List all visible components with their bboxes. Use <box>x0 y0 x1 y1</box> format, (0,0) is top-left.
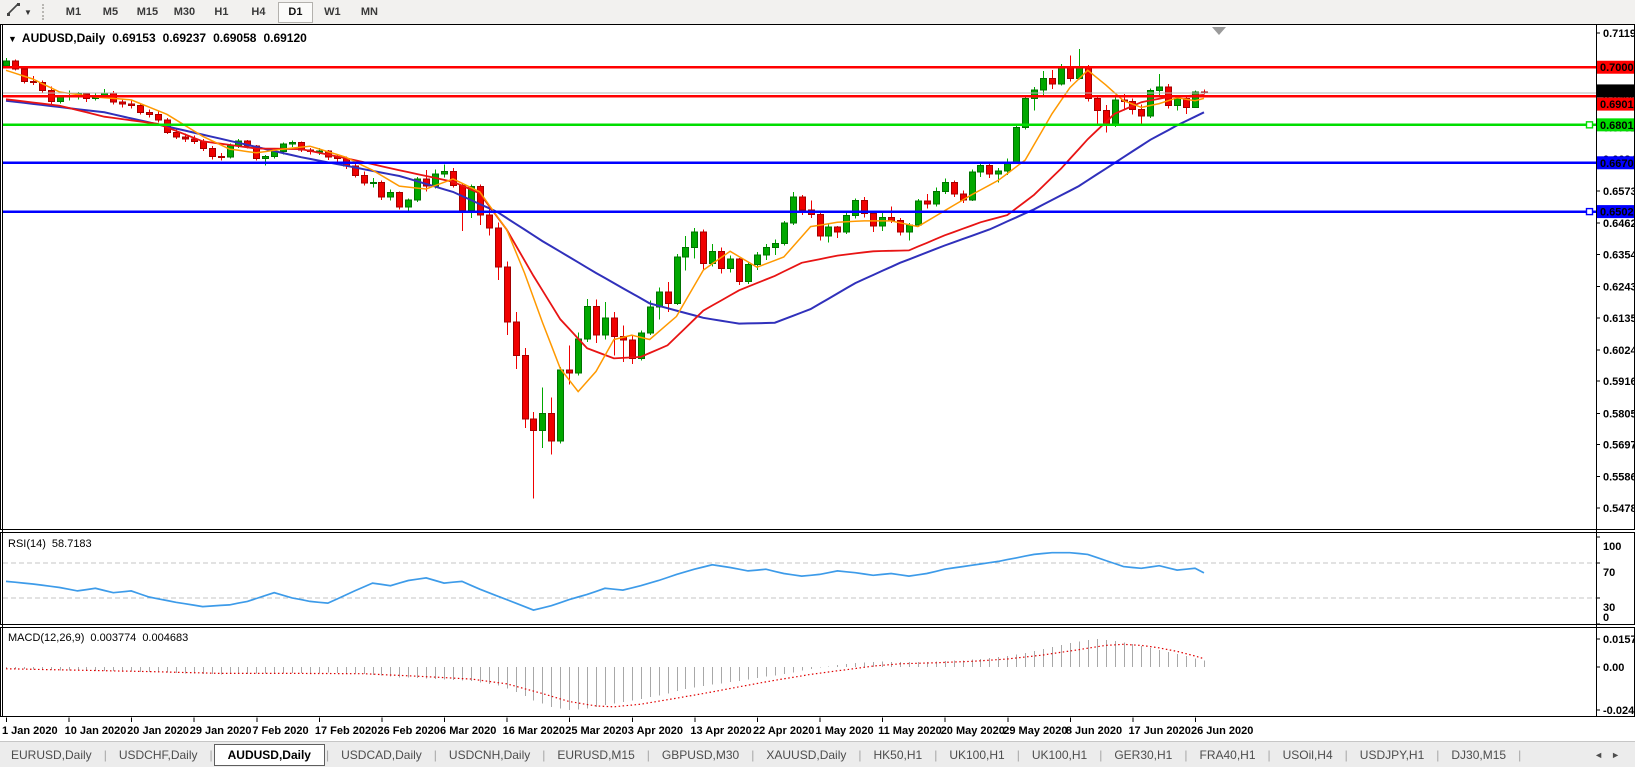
timeframe-button-m30[interactable]: M30 <box>167 2 202 23</box>
timeframe-button-m5[interactable]: M5 <box>93 2 128 23</box>
chart-title: ▼ AUDUSD,Daily 0.69153 0.69237 0.69058 0.6912… <box>8 31 307 45</box>
timeframe-button-h1[interactable]: H1 <box>204 2 239 23</box>
date-axis[interactable]: 1 Jan 2020 10 Jan 2020 20 Jan 2020 29 Jan 2… <box>2 717 1253 738</box>
ohlc-low: 0.69058 <box>213 31 257 45</box>
tab-xauusd-daily[interactable]: XAUUSD,Daily <box>755 744 857 766</box>
chart-dropdown-icon[interactable]: ▼ <box>8 34 17 44</box>
mt4-terminal: { "toolbar": { "tool_icon": "trendline-t… <box>0 0 1635 767</box>
symbol-tabs: EURUSD,Daily | USDCHF,Daily | AUDUSD,Daily | U… <box>0 744 1522 766</box>
svg-text:0.66706: 0.66706 <box>1600 158 1635 170</box>
svg-text:0.63540: 0.63540 <box>1603 249 1635 261</box>
svg-text:13 Apr 2020: 13 Apr 2020 <box>690 725 751 737</box>
tab-fra40-h1[interactable]: FRA40,H1 <box>1188 744 1266 766</box>
svg-text:26 Jun 2020: 26 Jun 2020 <box>1191 725 1253 737</box>
svg-text:0.54780: 0.54780 <box>1603 503 1635 515</box>
svg-text:17 Feb 2020: 17 Feb 2020 <box>315 725 377 737</box>
timeframe-button-w1[interactable]: W1 <box>315 2 350 23</box>
svg-text:0.015743: 0.015743 <box>1603 634 1635 646</box>
svg-text:20 Jan 2020: 20 Jan 2020 <box>127 725 189 737</box>
tab-scroll-arrows: ◄► <box>1594 750 1628 760</box>
svg-text:29 Jan 2020: 29 Jan 2020 <box>190 725 252 737</box>
svg-text:3 Apr 2020: 3 Apr 2020 <box>628 725 683 737</box>
svg-text:22 Apr 2020: 22 Apr 2020 <box>753 725 814 737</box>
tab-usoil-h4[interactable]: USOil,H4 <box>1272 744 1344 766</box>
svg-text:0.59160: 0.59160 <box>1603 376 1635 388</box>
svg-text:1 Jan 2020: 1 Jan 2020 <box>2 725 58 737</box>
tab-eurusd-daily[interactable]: EURUSD,Daily <box>0 744 103 766</box>
chart-symbol-period: AUDUSD,Daily <box>21 31 106 45</box>
timeframe-button-mn[interactable]: MN <box>352 2 387 23</box>
tab-scroll-right-button[interactable]: ► <box>1611 750 1628 760</box>
svg-text:6 Mar 2020: 6 Mar 2020 <box>440 725 496 737</box>
svg-text:0.68017: 0.68017 <box>1600 120 1635 132</box>
svg-text:0.62430: 0.62430 <box>1603 282 1635 294</box>
svg-text:100: 100 <box>1603 541 1621 553</box>
trendline-tool-button[interactable]: ▼ <box>0 2 36 22</box>
macd-name: MACD(12,26,9) <box>8 632 85 644</box>
svg-text:0.70007: 0.70007 <box>1600 62 1635 74</box>
chevron-down-icon[interactable]: ▼ <box>24 8 32 17</box>
timeframe-button-h4[interactable]: H4 <box>241 2 276 23</box>
ohlc-close: 0.69120 <box>263 31 307 45</box>
svg-text:0.55860: 0.55860 <box>1603 472 1635 484</box>
svg-text:17 Jun 2020: 17 Jun 2020 <box>1128 725 1190 737</box>
svg-text:0.60240: 0.60240 <box>1603 345 1635 357</box>
symbol-tabbar: EURUSD,Daily | USDCHF,Daily | AUDUSD,Daily | U… <box>0 741 1635 767</box>
svg-text:0.69010: 0.69010 <box>1600 99 1635 111</box>
svg-text:25 Mar 2020: 25 Mar 2020 <box>565 725 627 737</box>
svg-text:0.69120: 0.69120 <box>1600 86 1635 98</box>
tab-uk100-h1[interactable]: UK100,H1 <box>938 744 1015 766</box>
svg-text:11 May 2020: 11 May 2020 <box>878 725 942 737</box>
ohlc-open: 0.69153 <box>112 31 156 45</box>
svg-text:29 May 2020: 29 May 2020 <box>1003 725 1067 737</box>
chart-surface[interactable]: 0.711900.700800.690000.679200.668400.657… <box>0 24 1635 741</box>
svg-text:8 Jun 2020: 8 Jun 2020 <box>1066 725 1122 737</box>
svg-text:1 May 2020: 1 May 2020 <box>816 725 874 737</box>
rsi-name: RSI(14) <box>8 538 46 550</box>
svg-text:0.00: 0.00 <box>1603 662 1624 674</box>
tab-usdchf-daily[interactable]: USDCHF,Daily <box>108 744 209 766</box>
tab-usdcnh-daily[interactable]: USDCNH,Daily <box>438 744 541 766</box>
timeframe-button-m1[interactable]: M1 <box>56 2 91 23</box>
tab-usdjpy-h1[interactable]: USDJPY,H1 <box>1349 744 1435 766</box>
timeframe-button-m15[interactable]: M15 <box>130 2 165 23</box>
svg-text:7 Feb 2020: 7 Feb 2020 <box>252 725 308 737</box>
svg-text:20 May 2020: 20 May 2020 <box>941 725 1005 737</box>
tab-divider: | <box>1518 748 1522 762</box>
rsi-indicator-label: RSI(14) 58.7183 <box>8 538 92 550</box>
svg-text:0.61350: 0.61350 <box>1603 313 1635 325</box>
tab-dj30-m15[interactable]: DJ30,M15 <box>1440 744 1517 766</box>
svg-text:0: 0 <box>1603 612 1609 624</box>
rsi-value: 58.7183 <box>51 538 92 550</box>
svg-text:26 Feb 2020: 26 Feb 2020 <box>377 725 439 737</box>
tab-usdcad-daily[interactable]: USDCAD,Daily <box>330 744 433 766</box>
tab-gbpusd-m30[interactable]: GBPUSD,M30 <box>651 744 750 766</box>
svg-text:0.64620: 0.64620 <box>1603 218 1635 230</box>
toolbar-grip[interactable] <box>41 4 47 20</box>
svg-text:0.71190: 0.71190 <box>1603 28 1635 40</box>
svg-text:70: 70 <box>1603 567 1615 579</box>
macd-indicator-label: MACD(12,26,9) 0.003774 0.004683 <box>8 632 188 644</box>
timeframe-buttons: M1 M5 M15 M30 H1 H4 D1 W1 MN <box>55 1 388 23</box>
macd-signal-value: 0.004683 <box>142 632 189 644</box>
ohlc-high: 0.69237 <box>162 31 207 45</box>
timeframe-toolbar: ▼ M1 M5 M15 M30 H1 H4 D1 W1 MN <box>0 0 1635 25</box>
svg-text:16 Mar 2020: 16 Mar 2020 <box>503 725 565 737</box>
timeframe-button-d1[interactable]: D1 <box>277 1 313 23</box>
svg-text:-0.02441: -0.02441 <box>1603 705 1635 717</box>
svg-text:10 Jan 2020: 10 Jan 2020 <box>65 725 127 737</box>
trendline-tool-icon <box>6 2 21 22</box>
svg-text:0.65730: 0.65730 <box>1603 186 1635 198</box>
pane-frames <box>0 24 1635 717</box>
svg-text:0.58050: 0.58050 <box>1603 408 1635 420</box>
tab-audusd-daily[interactable]: AUDUSD,Daily <box>213 744 325 766</box>
svg-text:0.56970: 0.56970 <box>1603 440 1635 452</box>
svg-text:0.65020: 0.65020 <box>1600 207 1635 219</box>
tab-eurusd-m15[interactable]: EURUSD,M15 <box>546 744 645 766</box>
tab-hk50-h1[interactable]: HK50,H1 <box>863 744 934 766</box>
tab-scroll-left-button[interactable]: ◄ <box>1594 750 1611 760</box>
tab-ger30-h1[interactable]: GER30,H1 <box>1103 744 1183 766</box>
tab-uk100-h1[interactable]: UK100,H1 <box>1021 744 1098 766</box>
macd-main-value: 0.003774 <box>90 632 137 644</box>
